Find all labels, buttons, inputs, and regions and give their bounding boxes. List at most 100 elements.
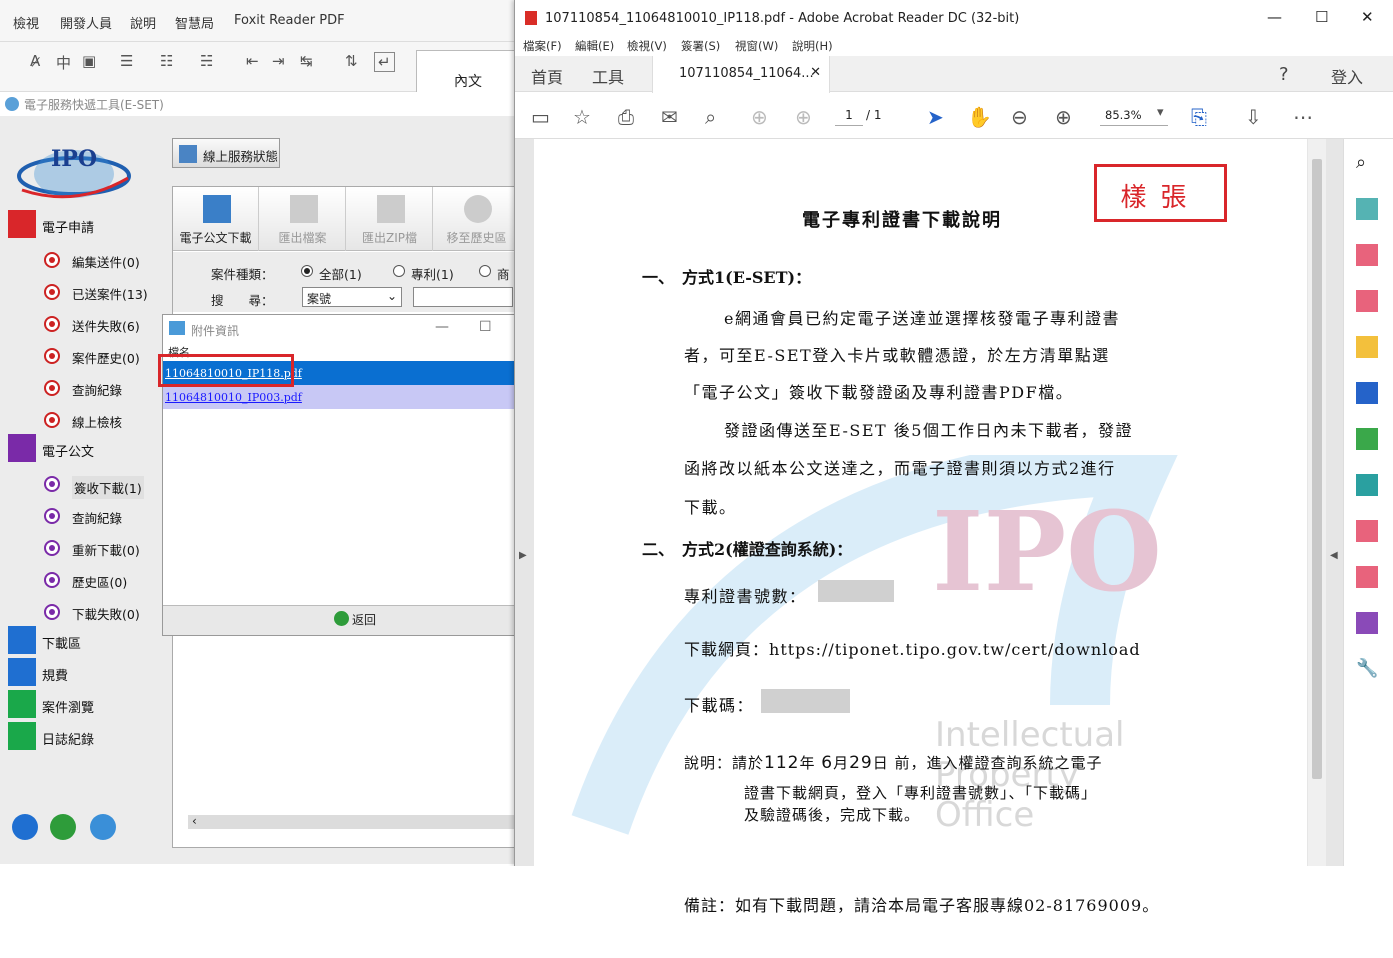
vertical-scrollbar[interactable] [1308, 139, 1326, 866]
page-fit-icon[interactable]: ⎘ [1191, 105, 1207, 129]
scroll-thumb[interactable] [1312, 159, 1322, 779]
star-icon[interactable]: ☆ [573, 105, 591, 129]
more-options-icon[interactable]: ⋯ [1293, 105, 1313, 129]
fill-sign-icon[interactable] [1356, 520, 1378, 542]
file-link[interactable]: 11064810010_IP003.pdf [165, 391, 302, 404]
maximize-icon[interactable]: ☐ [1315, 8, 1328, 26]
search-icon[interactable]: ⌕ [705, 105, 716, 129]
indent-decrease-icon[interactable]: ⇤ [246, 52, 259, 70]
bullet-list-icon[interactable]: ☰ [120, 52, 133, 70]
radio-trademark[interactable] [479, 265, 491, 277]
create-pdf-icon[interactable] [1356, 290, 1378, 312]
zoom-out-icon[interactable]: ⊖ [1011, 105, 1028, 129]
save-icon[interactable]: ▭ [531, 105, 550, 129]
foxit-menu-foxit-pdf[interactable]: Foxit Reader PDF [234, 13, 345, 28]
menu-sign[interactable]: 簽署(S) [681, 38, 720, 54]
nav-case-browse[interactable]: 案件瀏覽 [6, 690, 156, 720]
url-line: 下載網頁：https://tiponet.tipo.gov.tw/cert/do… [684, 636, 1141, 660]
search-field-select[interactable]: 案號⌄ [302, 287, 402, 307]
zoom-level-select[interactable]: 85.3% [1100, 104, 1168, 126]
organize-pages-icon[interactable] [1356, 244, 1378, 266]
foxit-menu-view[interactable]: 檢視 [13, 13, 39, 32]
phonetic-icon[interactable]: 中 [56, 52, 71, 73]
next-page-icon[interactable]: ⊕ [795, 105, 812, 129]
scroll-mode-icon[interactable]: ⇩ [1245, 105, 1262, 129]
menu-file[interactable]: 檔案(F) [523, 38, 562, 54]
nav-e-application[interactable]: 電子申請 [6, 210, 156, 240]
page-number-input[interactable]: 1 [835, 104, 863, 126]
sign-in-button[interactable]: 登入 [1331, 64, 1363, 88]
export-zip-button[interactable]: 匯出ZIP檔 [347, 187, 433, 251]
nav-download-area[interactable]: 下載區 [6, 626, 156, 656]
help-icon[interactable]: ? [1279, 64, 1289, 85]
back-button[interactable]: 返回 [334, 610, 384, 628]
tab-home[interactable]: 首頁 [531, 64, 563, 88]
comment-icon[interactable] [1356, 336, 1378, 358]
email-icon[interactable]: ✉ [661, 105, 678, 129]
radio-patent[interactable] [393, 265, 405, 277]
menu-window[interactable]: 視窗(W) [735, 38, 778, 54]
font-icon[interactable]: A̷ [30, 52, 40, 70]
online-status-button[interactable]: 線上服務狀態 [172, 138, 280, 168]
nav-e-document[interactable]: 電子公文 [6, 434, 156, 464]
minimize-icon[interactable]: — [435, 319, 449, 335]
maximize-icon[interactable]: ☐ [479, 319, 492, 335]
nav-log[interactable]: 日誌紀錄 [6, 722, 156, 752]
line-break-icon[interactable]: ↵ [374, 52, 395, 72]
signature-icon[interactable] [1356, 612, 1378, 634]
menu-view[interactable]: 檢視(V) [627, 38, 667, 54]
radio-all[interactable] [301, 265, 313, 277]
foxit-menu-developer[interactable]: 開發人員 [60, 13, 112, 32]
tab-document[interactable]: 107110854_11064... ✕ [652, 56, 830, 93]
file-row[interactable]: 11064810010_IP003.pdf [163, 385, 520, 409]
export-pdf-icon[interactable] [1356, 198, 1378, 220]
select-cursor-icon[interactable]: ➤ [927, 105, 944, 129]
scan-icon[interactable] [1356, 474, 1378, 496]
watermark-text: Intellectual Property Office [935, 715, 1125, 835]
edit-pdf-icon[interactable] [1356, 566, 1378, 588]
foxit-menu-help[interactable]: 說明 [130, 13, 156, 32]
foxit-style-content[interactable]: 內文 [416, 50, 520, 92]
folder-download-icon [203, 195, 231, 223]
nav-fees[interactable]: 規費 [6, 658, 156, 688]
print-icon[interactable]: ⎙ [618, 105, 634, 129]
multilevel-list-icon[interactable]: ☵ [200, 52, 213, 70]
foxit-menu-tipo[interactable]: 智慧局 [175, 13, 214, 32]
hand-tool-icon[interactable]: ✋ [967, 105, 992, 129]
move-history-button[interactable]: 移至歷史區 [434, 187, 520, 251]
tab-tools[interactable]: 工具 [592, 64, 624, 88]
zoom-in-icon[interactable]: ⊕ [1055, 105, 1072, 129]
combine-files-icon[interactable] [1356, 382, 1378, 404]
redacted-cert-no [818, 580, 894, 602]
prev-page-icon[interactable]: ⊕ [751, 105, 768, 129]
note-month-unit: 月 [833, 754, 849, 772]
menu-edit[interactable]: 編輯(E) [575, 38, 614, 54]
horizontal-scrollbar[interactable]: ‹ [188, 815, 520, 829]
e-doc-download-button[interactable]: 電子公文下載 [173, 187, 259, 251]
close-tab-icon[interactable]: ✕ [810, 65, 821, 80]
help-icon[interactable] [12, 814, 38, 840]
refresh-icon[interactable] [90, 814, 116, 840]
section1-line: 函將改以紙本公文送達之，而電子證書則須以方式2進行 [684, 455, 1116, 479]
export-file-button[interactable]: 匯出檔案 [260, 187, 346, 251]
textbox-icon[interactable]: ▣ [82, 52, 96, 70]
sort-icon[interactable]: ⇅ [345, 52, 358, 70]
nav-e-application-label: 電子申請 [42, 217, 94, 236]
watermark-logo: IPO [932, 487, 1162, 616]
zoom-search-icon[interactable]: ⌕ [1356, 152, 1378, 174]
close-icon[interactable]: ✕ [1361, 8, 1374, 26]
collapse-left-icon[interactable]: ▶ [519, 550, 527, 561]
menu-help[interactable]: 說明(H) [792, 38, 833, 54]
mail-icon[interactable] [50, 814, 76, 840]
minimize-icon[interactable]: — [1267, 8, 1282, 26]
section2-heading: 二、 方式2(權證查詢系統)： [642, 536, 852, 560]
number-list-icon[interactable]: ☷ [160, 52, 173, 70]
toolbar-label: 匯出ZIP檔 [347, 229, 432, 246]
scroll-left-icon[interactable]: ‹ [192, 814, 197, 828]
tools-wrench-icon[interactable]: 🔧 [1356, 658, 1378, 680]
search-input[interactable] [413, 287, 513, 307]
indent-increase-icon[interactable]: ⇥ [272, 52, 285, 70]
text-direction-icon[interactable]: ↹ [300, 52, 313, 70]
collapse-right-icon[interactable]: ◀ [1330, 550, 1338, 561]
compress-icon[interactable] [1356, 428, 1378, 450]
